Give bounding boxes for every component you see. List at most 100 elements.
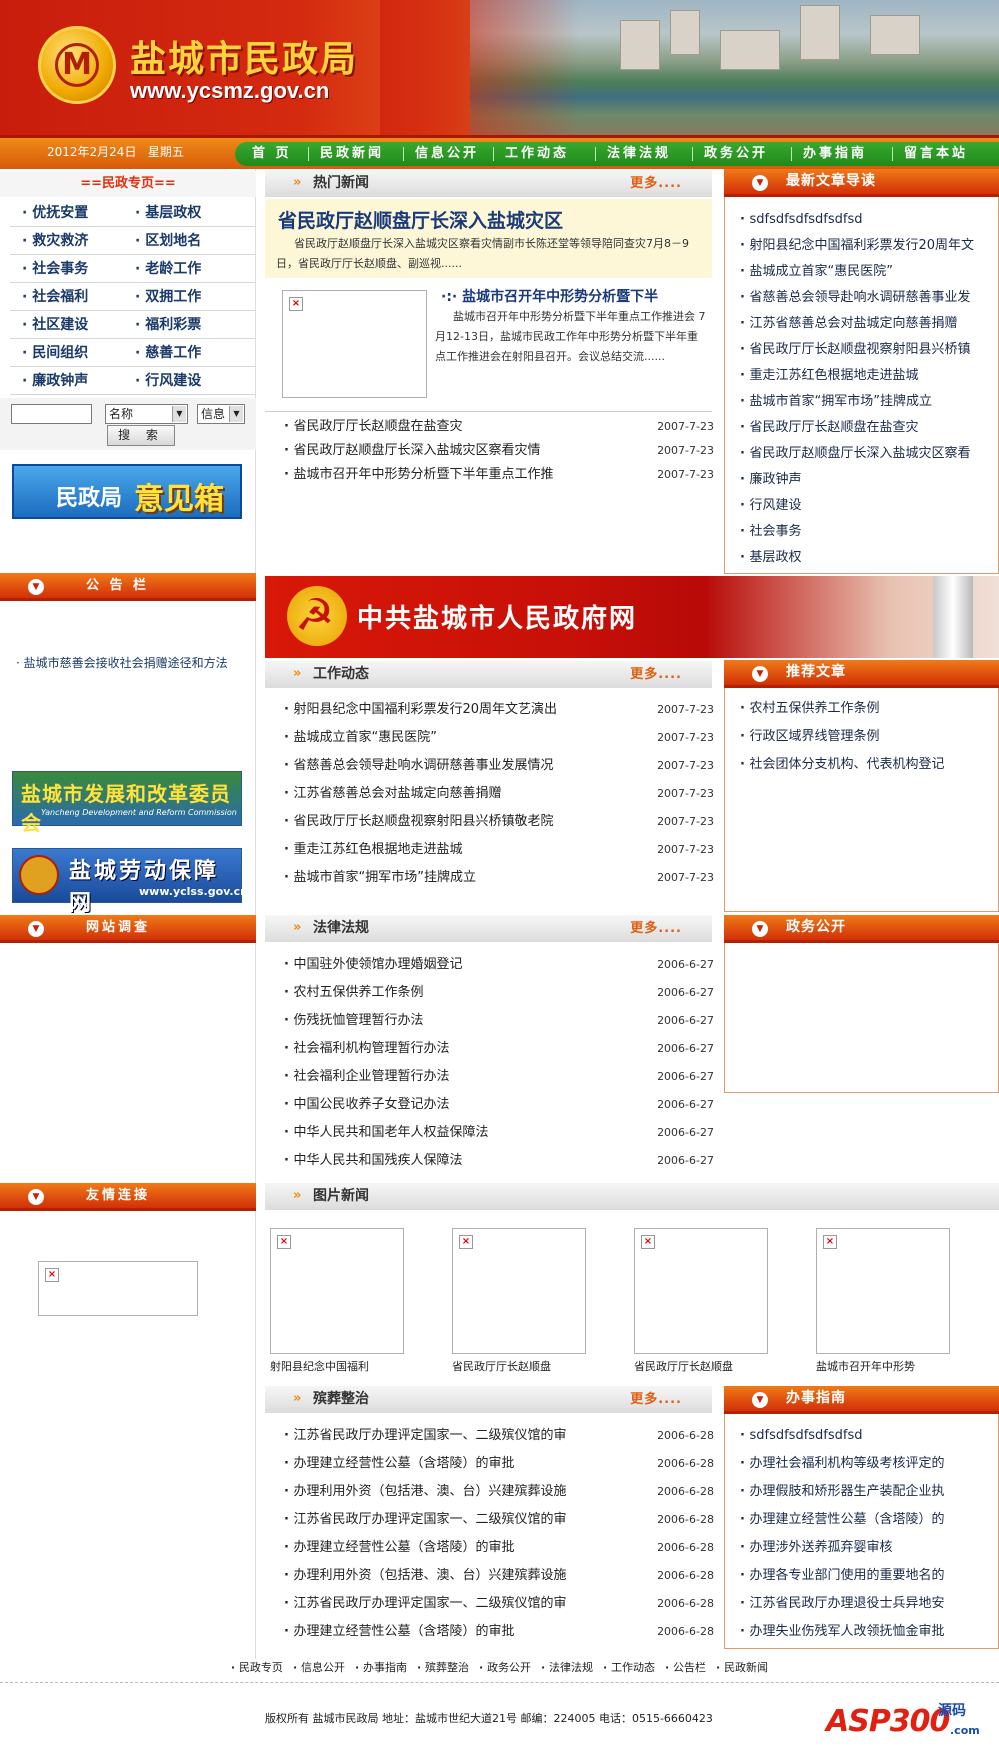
funeral-row[interactable]: 办理建立经营性公墓（含塔陵）的审批 2006-6-28 bbox=[284, 1454, 714, 1474]
photo-news-image[interactable]: × bbox=[270, 1228, 404, 1354]
funeral-row[interactable]: 办理建立经营性公墓（含塔陵）的审批 2006-6-28 bbox=[284, 1538, 714, 1558]
guide-item[interactable]: 办理社会福利机构等级考核评定的 bbox=[740, 1454, 995, 1474]
law-row-title[interactable]: 社会福利机构管理暂行办法 bbox=[284, 1039, 449, 1059]
latest-article-item[interactable]: sdfsdfsdfsdfsdfsd bbox=[740, 210, 995, 230]
funeral-row[interactable]: 江苏省民政厅办理评定国家一、二级殡仪馆的审 2006-6-28 bbox=[284, 1594, 714, 1614]
funeral-row[interactable]: 江苏省民政厅办理评定国家一、二级殡仪馆的审 2006-6-28 bbox=[284, 1426, 714, 1446]
hot-news-row-title[interactable]: 省民政厅厅长赵顺盘在盐查灾 bbox=[284, 417, 462, 437]
work-news-row[interactable]: 射阳县纪念中国福利彩票发行20周年文艺演出 2007-7-23 bbox=[284, 700, 714, 720]
category-link[interactable]: 老龄工作 bbox=[135, 258, 201, 278]
latest-article-item[interactable]: 社会事务 bbox=[740, 522, 995, 542]
hot-news-image[interactable]: × bbox=[282, 290, 427, 398]
nav-item[interactable]: 首 页 bbox=[252, 145, 292, 163]
work-news-row-title[interactable]: 省民政厅厅长赵顺盘视察射阳县兴桥镇敬老院 bbox=[284, 812, 553, 832]
search-button[interactable]: 搜 索 bbox=[107, 425, 175, 446]
friend-link-image[interactable]: × bbox=[38, 1261, 198, 1316]
guide-item[interactable]: 办理各专业部门使用的重要地名的 bbox=[740, 1566, 995, 1586]
party-banner[interactable]: 中共盐城市人民政府网 bbox=[265, 576, 999, 658]
funeral-row[interactable]: 办理利用外资（包括港、澳、台）兴建殡葬设施 2006-6-28 bbox=[284, 1566, 714, 1586]
funeral-row-title[interactable]: 江苏省民政厅办理评定国家一、二级殡仪馆的审 bbox=[284, 1426, 566, 1446]
footer-link[interactable]: 公告栏 bbox=[665, 1661, 706, 1674]
latest-article-item[interactable]: 重走江苏红色根据地走进盐城 bbox=[740, 366, 995, 386]
law-row-title[interactable]: 伤残抚恤管理暂行办法 bbox=[284, 1011, 423, 1031]
law-row-title[interactable]: 中华人民共和国老年人权益保障法 bbox=[284, 1123, 488, 1143]
category-link[interactable]: 行风建设 bbox=[135, 370, 201, 390]
law-row[interactable]: 社会福利机构管理暂行办法 2006-6-27 bbox=[284, 1039, 714, 1059]
work-news-row[interactable]: 省慈善总会领导赴响水调研慈善事业发展情况 2007-7-23 bbox=[284, 756, 714, 776]
law-row[interactable]: 社会福利企业管理暂行办法 2006-6-27 bbox=[284, 1067, 714, 1087]
work-news-row[interactable]: 盐城成立首家“惠民医院” 2007-7-23 bbox=[284, 728, 714, 748]
law-row-title[interactable]: 中国驻外使领馆办理婚姻登记 bbox=[284, 955, 462, 975]
photo-news-caption[interactable]: 省民政厅厅长赵顺盘 bbox=[634, 1358, 733, 1374]
funeral-row[interactable]: 办理利用外资（包括港、澳、台）兴建殡葬设施 2006-6-28 bbox=[284, 1482, 714, 1502]
latest-article-item[interactable]: 基层政权 bbox=[740, 548, 995, 568]
law-row[interactable]: 农村五保供养工作条例 2006-6-27 bbox=[284, 983, 714, 1003]
hot-news-row[interactable]: 省民政厅赵顺盘厅长深入盐城灾区察看灾情 2007-7-23 bbox=[284, 441, 714, 461]
labor-security-link-banner[interactable]: 盐城劳动保障网 www.yclss.gov.cn bbox=[12, 848, 248, 916]
hot-news-row-title[interactable]: 省民政厅赵顺盘厅长深入盐城灾区察看灾情 bbox=[284, 441, 540, 461]
latest-article-item[interactable]: 射阳县纪念中国福利彩票发行20周年文 bbox=[740, 236, 995, 256]
nav-item[interactable]: 办事指南 bbox=[803, 145, 867, 163]
footer-link[interactable]: 殡葬整治 bbox=[417, 1661, 469, 1674]
search-input[interactable] bbox=[11, 404, 92, 424]
category-link[interactable]: 社会事务 bbox=[22, 258, 88, 278]
category-link[interactable]: 优抚安置 bbox=[22, 202, 88, 222]
work-news-row[interactable]: 省民政厅厅长赵顺盘视察射阳县兴桥镇敬老院 2007-7-23 bbox=[284, 812, 714, 832]
search-field-select[interactable]: 名称 ▼ bbox=[105, 404, 188, 424]
latest-article-item[interactable]: 省民政厅赵顺盘厅长深入盐城灾区察看 bbox=[740, 444, 995, 464]
work-news-row-title[interactable]: 射阳县纪念中国福利彩票发行20周年文艺演出 bbox=[284, 700, 557, 720]
footer-link[interactable]: 民政新闻 bbox=[716, 1661, 768, 1674]
latest-article-item[interactable]: 江苏省慈善总会对盐城定向慈善捐赠 bbox=[740, 314, 995, 334]
work-news-row-title[interactable]: 盐城市首家“拥军市场”挂牌成立 bbox=[284, 868, 475, 888]
nav-item[interactable]: 政务公开 bbox=[704, 145, 768, 163]
category-link[interactable]: 社会福利 bbox=[22, 286, 88, 306]
guide-item[interactable]: sdfsdfsdfsdfsdfsd bbox=[740, 1426, 995, 1446]
nav-item[interactable]: 工作动态 bbox=[505, 145, 569, 163]
photo-news-caption[interactable]: 省民政厅厅长赵顺盘 bbox=[452, 1358, 551, 1374]
hot-news-row[interactable]: 盐城市召开年中形势分析暨下半年重点工作推 2007-7-23 bbox=[284, 465, 714, 485]
nav-item[interactable]: 民政新闻 bbox=[320, 145, 384, 163]
footer-link[interactable]: 办事指南 bbox=[355, 1661, 407, 1674]
guide-item[interactable]: 办理建立经营性公墓（含塔陵）的 bbox=[740, 1510, 995, 1530]
recommend-item[interactable]: 农村五保供养工作条例 bbox=[740, 699, 995, 719]
guide-item[interactable]: 办理涉外送养孤弃婴审核 bbox=[740, 1538, 995, 1558]
nav-item[interactable]: 法律法规 bbox=[607, 145, 671, 163]
law-row-title[interactable]: 中华人民共和国残疾人保障法 bbox=[284, 1151, 462, 1171]
latest-article-item[interactable]: 行风建设 bbox=[740, 496, 995, 516]
latest-article-item[interactable]: 廉政钟声 bbox=[740, 470, 995, 490]
guide-item[interactable]: 办理假肢和矫形器生产装配企业执 bbox=[740, 1482, 995, 1502]
nav-item[interactable]: 信息公开 bbox=[415, 145, 479, 163]
hot-headline[interactable]: 省民政厅赵顺盘厅长深入盐城灾区 bbox=[278, 206, 563, 233]
work-news-row-title[interactable]: 江苏省慈善总会对盐城定向慈善捐赠 bbox=[284, 784, 501, 804]
latest-article-item[interactable]: 盐城市首家“拥军市场”挂牌成立 bbox=[740, 392, 995, 412]
latest-article-item[interactable]: 省民政厅厅长赵顺盘在盐查灾 bbox=[740, 418, 995, 438]
funeral-row-title[interactable]: 江苏省民政厅办理评定国家一、二级殡仪馆的审 bbox=[284, 1594, 566, 1614]
law-row-title[interactable]: 农村五保供养工作条例 bbox=[284, 983, 423, 1003]
law-row[interactable]: 伤残抚恤管理暂行办法 2006-6-27 bbox=[284, 1011, 714, 1031]
funeral-row-title[interactable]: 办理建立经营性公墓（含塔陵）的审批 bbox=[284, 1454, 514, 1474]
latest-article-item[interactable]: 盐城成立首家“惠民医院” bbox=[740, 262, 995, 282]
work-news-row-title[interactable]: 重走江苏红色根据地走进盐城 bbox=[284, 840, 462, 860]
notice-item[interactable]: · 盐城市慈善会接收社会捐赠途径和方法 bbox=[16, 654, 228, 671]
suggestion-box-banner[interactable]: 民政局 意见箱 bbox=[12, 464, 242, 519]
search-type-select[interactable]: 信息 ▼ bbox=[197, 404, 245, 424]
footer-link[interactable]: 信息公开 bbox=[293, 1661, 345, 1674]
work-news-row[interactable]: 盐城市首家“拥军市场”挂牌成立 2007-7-23 bbox=[284, 868, 714, 888]
footer-link[interactable]: 工作动态 bbox=[603, 1661, 655, 1674]
funeral-more-link[interactable]: 更多.... bbox=[630, 1386, 682, 1413]
footer-link[interactable]: 法律法规 bbox=[541, 1661, 593, 1674]
hot-news-row-title[interactable]: 盐城市召开年中形势分析暨下半年重点工作推 bbox=[284, 465, 553, 485]
funeral-row-title[interactable]: 办理利用外资（包括港、澳、台）兴建殡葬设施 bbox=[284, 1566, 566, 1586]
work-news-row-title[interactable]: 省慈善总会领导赴响水调研慈善事业发展情况 bbox=[284, 756, 553, 776]
category-link[interactable]: 区划地名 bbox=[135, 230, 201, 250]
law-row[interactable]: 中国驻外使领馆办理婚姻登记 2006-6-27 bbox=[284, 955, 714, 975]
work-news-row[interactable]: 重走江苏红色根据地走进盐城 2007-7-23 bbox=[284, 840, 714, 860]
photo-news-caption[interactable]: 盐城市召开年中形势 bbox=[816, 1358, 915, 1374]
footer-link[interactable]: 民政专页 bbox=[231, 1661, 283, 1674]
guide-item[interactable]: 办理失业伤残军人改领抚恤金审批 bbox=[740, 1622, 995, 1642]
funeral-row-title[interactable]: 办理建立经营性公墓（含塔陵）的审批 bbox=[284, 1538, 514, 1558]
funeral-row[interactable]: 办理建立经营性公墓（含塔陵）的审批 2006-6-28 bbox=[284, 1622, 714, 1642]
photo-news-caption[interactable]: 射阳县纪念中国福利 bbox=[270, 1358, 369, 1374]
funeral-row-title[interactable]: 江苏省民政厅办理评定国家一、二级殡仪馆的审 bbox=[284, 1510, 566, 1530]
guide-item[interactable]: 江苏省民政厅办理退役士兵异地安 bbox=[740, 1594, 995, 1614]
